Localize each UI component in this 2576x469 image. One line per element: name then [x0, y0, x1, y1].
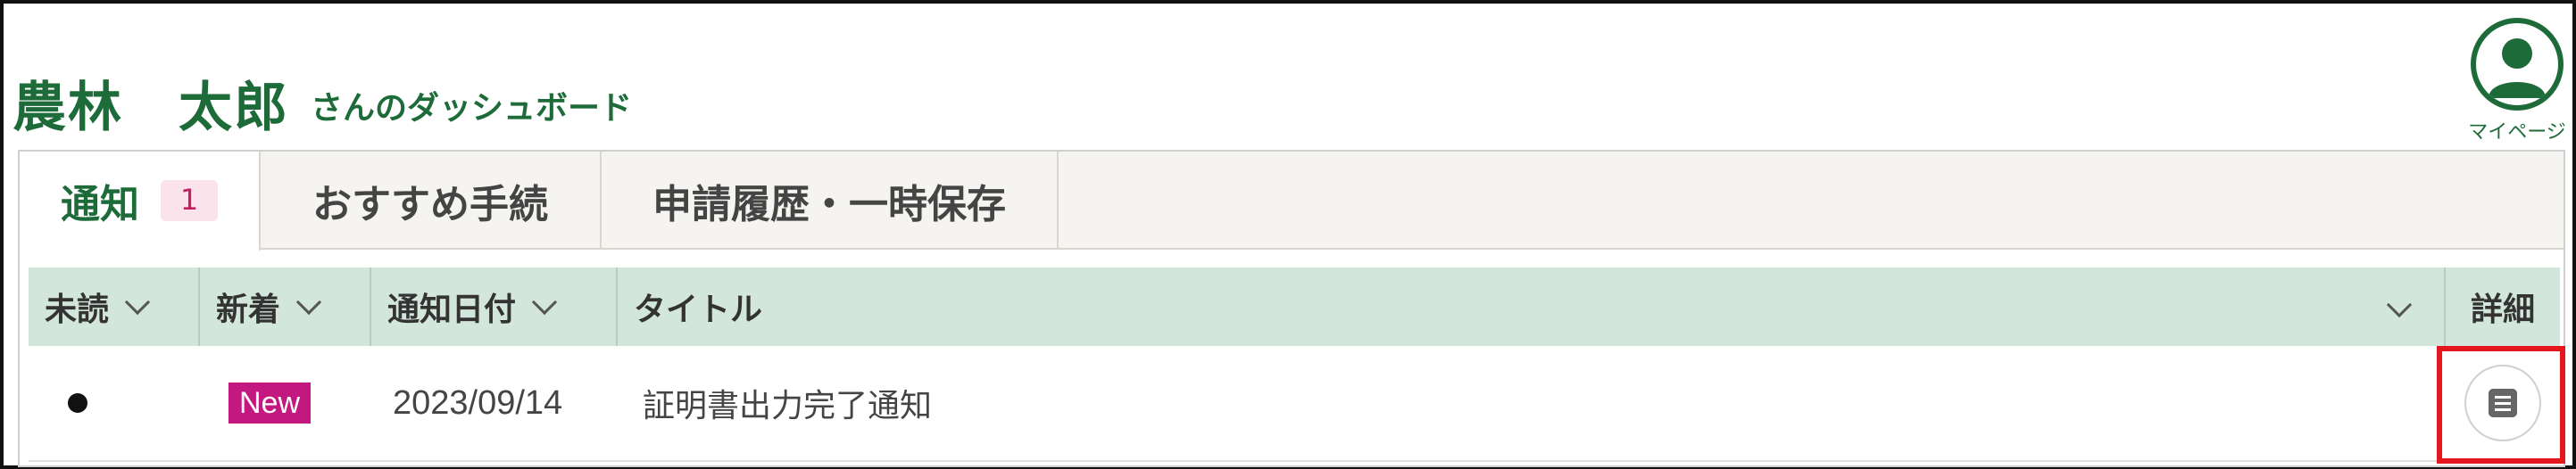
- column-label: 通知日付: [387, 292, 517, 328]
- tab-bar: 通知 1 おすすめ手続 申請履歴・一時保存: [20, 152, 2564, 251]
- document-icon: [2489, 389, 2517, 417]
- tab-history-label: 申請履歴・一時保存: [652, 182, 1006, 227]
- user-name: 農林 太郎: [12, 77, 289, 139]
- tab-notifications-label: 通知: [61, 182, 139, 227]
- detail-button[interactable]: [2464, 365, 2541, 441]
- notice-date: 2023/09/14: [393, 383, 563, 422]
- column-label: タイトル: [634, 292, 763, 328]
- tab-recommended-procedures[interactable]: おすすめ手続: [261, 152, 602, 250]
- column-label: 新着: [216, 292, 281, 328]
- column-header-new[interactable]: 新着: [200, 267, 371, 346]
- table-row[interactable]: New 2023/09/14 証明書出力完了通知: [29, 346, 2560, 462]
- notification-count-badge: 1: [161, 180, 218, 221]
- column-label: 未読: [45, 292, 110, 328]
- column-header-date[interactable]: 通知日付: [371, 267, 618, 346]
- detail-cell: [2446, 346, 2560, 460]
- chevron-down-icon: [295, 289, 322, 316]
- chevron-down-icon: [124, 289, 151, 316]
- tab-application-history[interactable]: 申請履歴・一時保存: [602, 152, 1059, 250]
- table-header: 未読 新着 通知日付 タイトル 詳細: [29, 267, 2560, 346]
- chevron-down-icon: [531, 289, 558, 316]
- column-label: 詳細: [2470, 292, 2535, 328]
- new-badge: New: [229, 383, 312, 424]
- notice-title[interactable]: 証明書出力完了通知: [618, 346, 2446, 460]
- new-cell: New: [200, 346, 371, 460]
- user-avatar-icon: [2471, 18, 2564, 111]
- notification-panel: 通知 1 おすすめ手続 申請履歴・一時保存 未読 新着 通知日付 タイトル 詳細…: [18, 150, 2565, 467]
- tab-recommended-label: おすすめ手続: [312, 182, 548, 227]
- mypage-label: マイページ: [2468, 121, 2566, 144]
- mypage-button[interactable]: マイページ: [2464, 18, 2571, 144]
- column-header-unread[interactable]: 未読: [29, 267, 200, 346]
- chevron-down-icon: [2386, 292, 2413, 318]
- column-header-detail: 詳細: [2446, 267, 2560, 346]
- unread-cell: [29, 346, 200, 460]
- tab-notifications[interactable]: 通知 1: [20, 152, 261, 251]
- dashboard-frame: 農林 太郎 さんのダッシュボード マイページ 通知 1 おすすめ手続 申請履歴・…: [0, 0, 2576, 469]
- dashboard-title-suffix: さんのダッシュボード: [311, 90, 633, 127]
- unread-dot-icon: [68, 393, 87, 413]
- column-header-title[interactable]: タイトル: [618, 267, 2446, 346]
